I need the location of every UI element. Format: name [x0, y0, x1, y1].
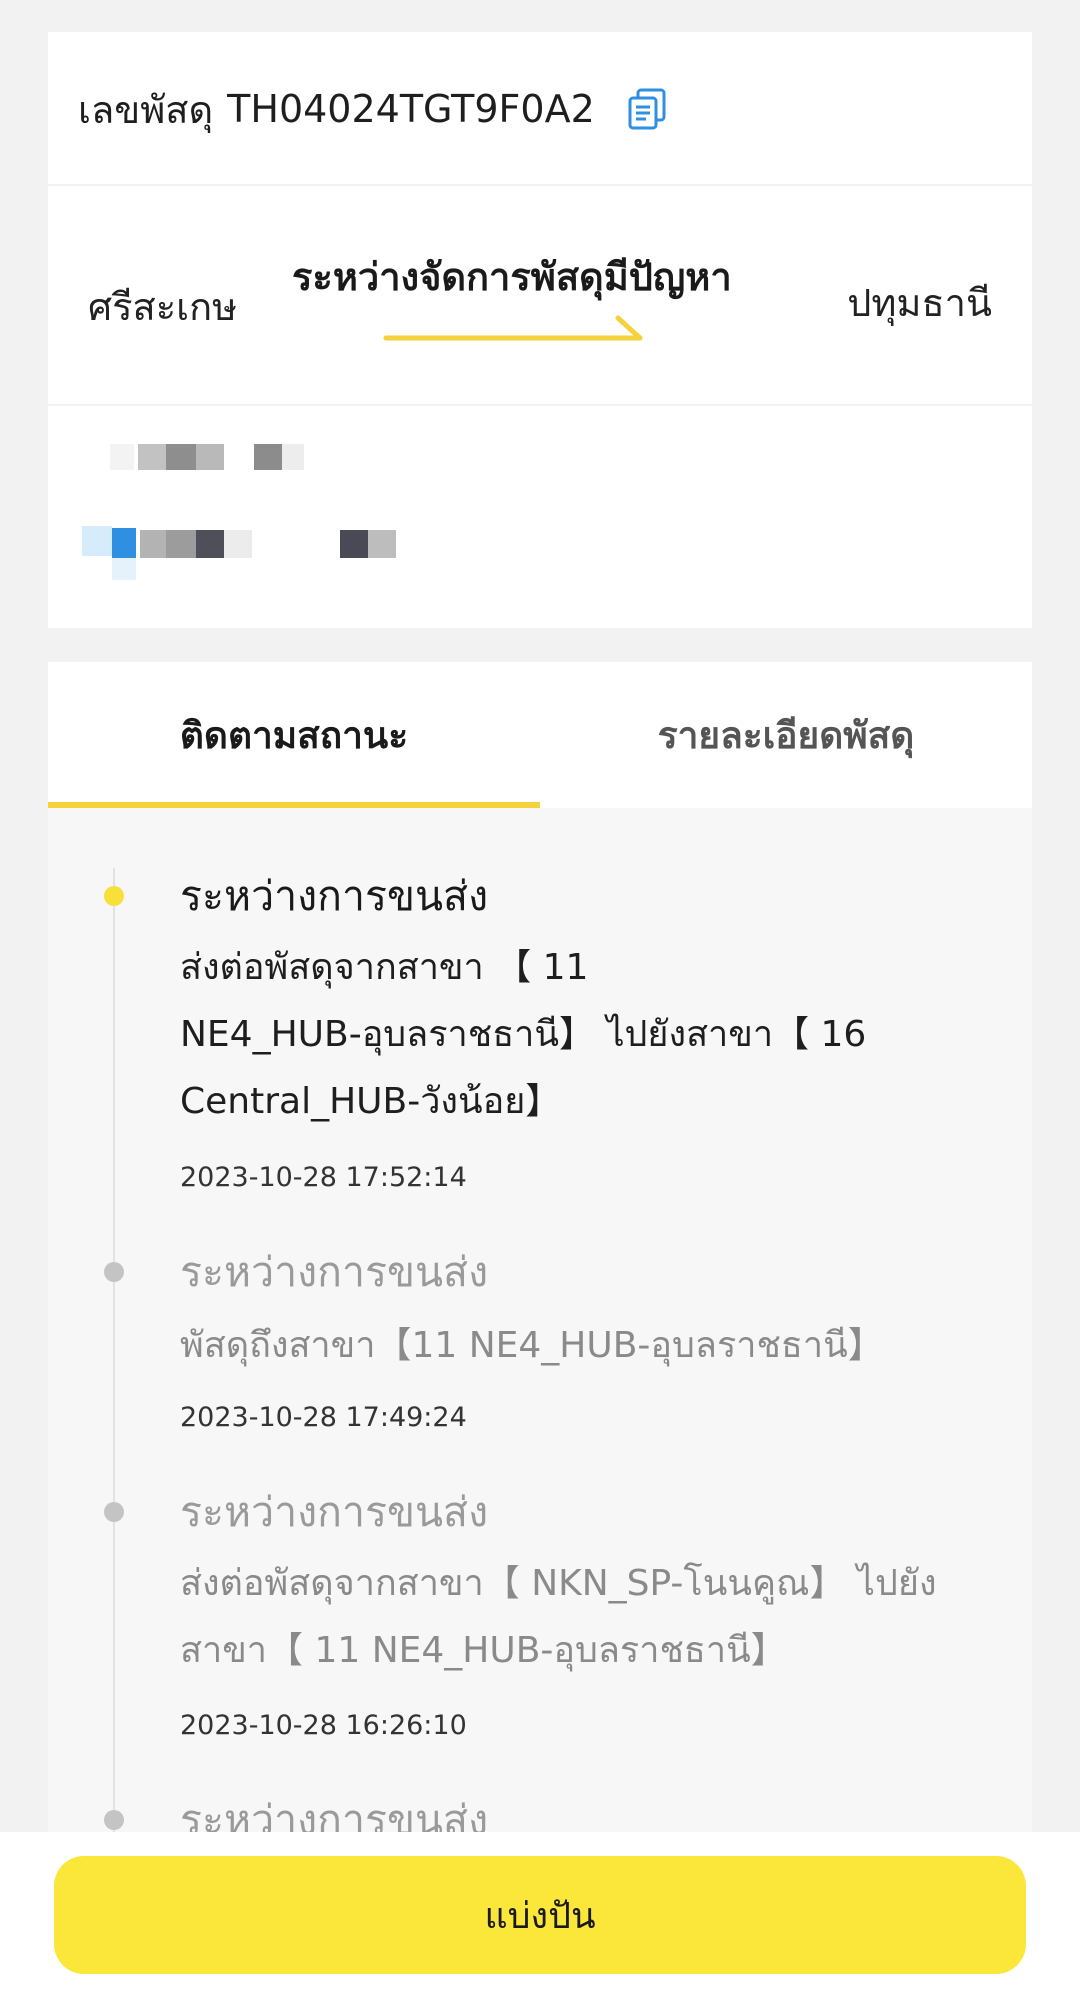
address-card	[48, 406, 1032, 628]
event-time: 2023-10-28 17:49:24	[180, 1402, 467, 1433]
tracking-number: TH04024TGT9F0A2	[227, 87, 595, 131]
event-description-line: NE4_HUB-อุบลราชธานี】 ไปยังสาขา【 16	[180, 1014, 867, 1055]
timeline-dot	[104, 1502, 124, 1522]
event-title: ระหว่างการขนส่ง	[180, 872, 489, 920]
event-time: 2023-10-28 17:52:14	[180, 1162, 467, 1193]
route-status: ระหว่างจัดการพัสดุมีปัญหา	[292, 255, 732, 299]
tab-parcel-details-label: รายละเอียดพัสดุ	[657, 713, 915, 757]
event-description-line: Central_HUB-วังน้อย】	[180, 1081, 562, 1122]
event-description: พัสดุถึงสาขา【11 NE4_HUB-อุบลราชธานี】	[180, 1312, 1020, 1379]
event-title: ระหว่างการขนส่ง	[180, 1248, 489, 1296]
event-description: ส่งต่อพัสดุจากสาขา【 NKN_SP-โนนคูณ】 ไปยัง…	[180, 1550, 1020, 1684]
bottom-action-bar: แบ่งปัน	[0, 1832, 1080, 1992]
tab-tracking-status[interactable]: ติดตามสถานะ	[48, 662, 540, 808]
tracking-card: เลขพัสดุ TH04024TGT9F0A2	[48, 32, 1032, 184]
tracking-row: เลขพัสดุ TH04024TGT9F0A2	[78, 84, 667, 134]
route-origin: ศรีสะเกษ	[88, 285, 238, 329]
share-button[interactable]: แบ่งปัน	[54, 1856, 1026, 1974]
event-description-line: ส่งต่อพัสดุจากสาขา【 NKN_SP-โนนคูณ】 ไปยัง	[180, 1563, 937, 1604]
tab-tracking-status-label: ติดตามสถานะ	[179, 713, 409, 757]
event-time: 2023-10-28 16:26:10	[180, 1710, 467, 1741]
tab-parcel-details[interactable]: รายละเอียดพัสดุ	[540, 662, 1032, 808]
event-title: ระหว่างการขนส่ง	[180, 1488, 489, 1536]
timeline-dot	[104, 1810, 124, 1830]
event-description: ส่งต่อพัสดุจากสาขา 【 11 NE4_HUB-อุบลราชธ…	[180, 934, 1020, 1135]
tracking-label: เลขพัสดุ	[78, 87, 214, 132]
route-destination: ปทุมธานี	[847, 281, 992, 325]
route-arrow-icon	[383, 315, 643, 341]
tabs-bar: ติดตามสถานะ รายละเอียดพัสดุ	[48, 662, 1032, 808]
route-card: ศรีสะเกษ ระหว่างจัดการพัสดุมีปัญหา ปทุมธ…	[48, 186, 1032, 404]
timeline-line	[113, 868, 115, 1832]
timeline-dot	[104, 1262, 124, 1282]
event-title: ระหว่างการขนส่ง	[180, 1796, 489, 1832]
event-description-line: ส่งต่อพัสดุจากสาขา 【 11	[180, 947, 589, 988]
timeline-dot-current	[104, 886, 124, 906]
event-description-line: สาขา【 11 NE4_HUB-อุบลราชธานี】	[180, 1630, 787, 1671]
event-description-line: พัสดุถึงสาขา【11 NE4_HUB-อุบลราชธานี】	[180, 1325, 884, 1366]
copy-icon[interactable]	[627, 88, 667, 130]
status-timeline: ระหว่างการขนส่ง ส่งต่อพัสดุจากสาขา 【 11 …	[48, 808, 1032, 1832]
